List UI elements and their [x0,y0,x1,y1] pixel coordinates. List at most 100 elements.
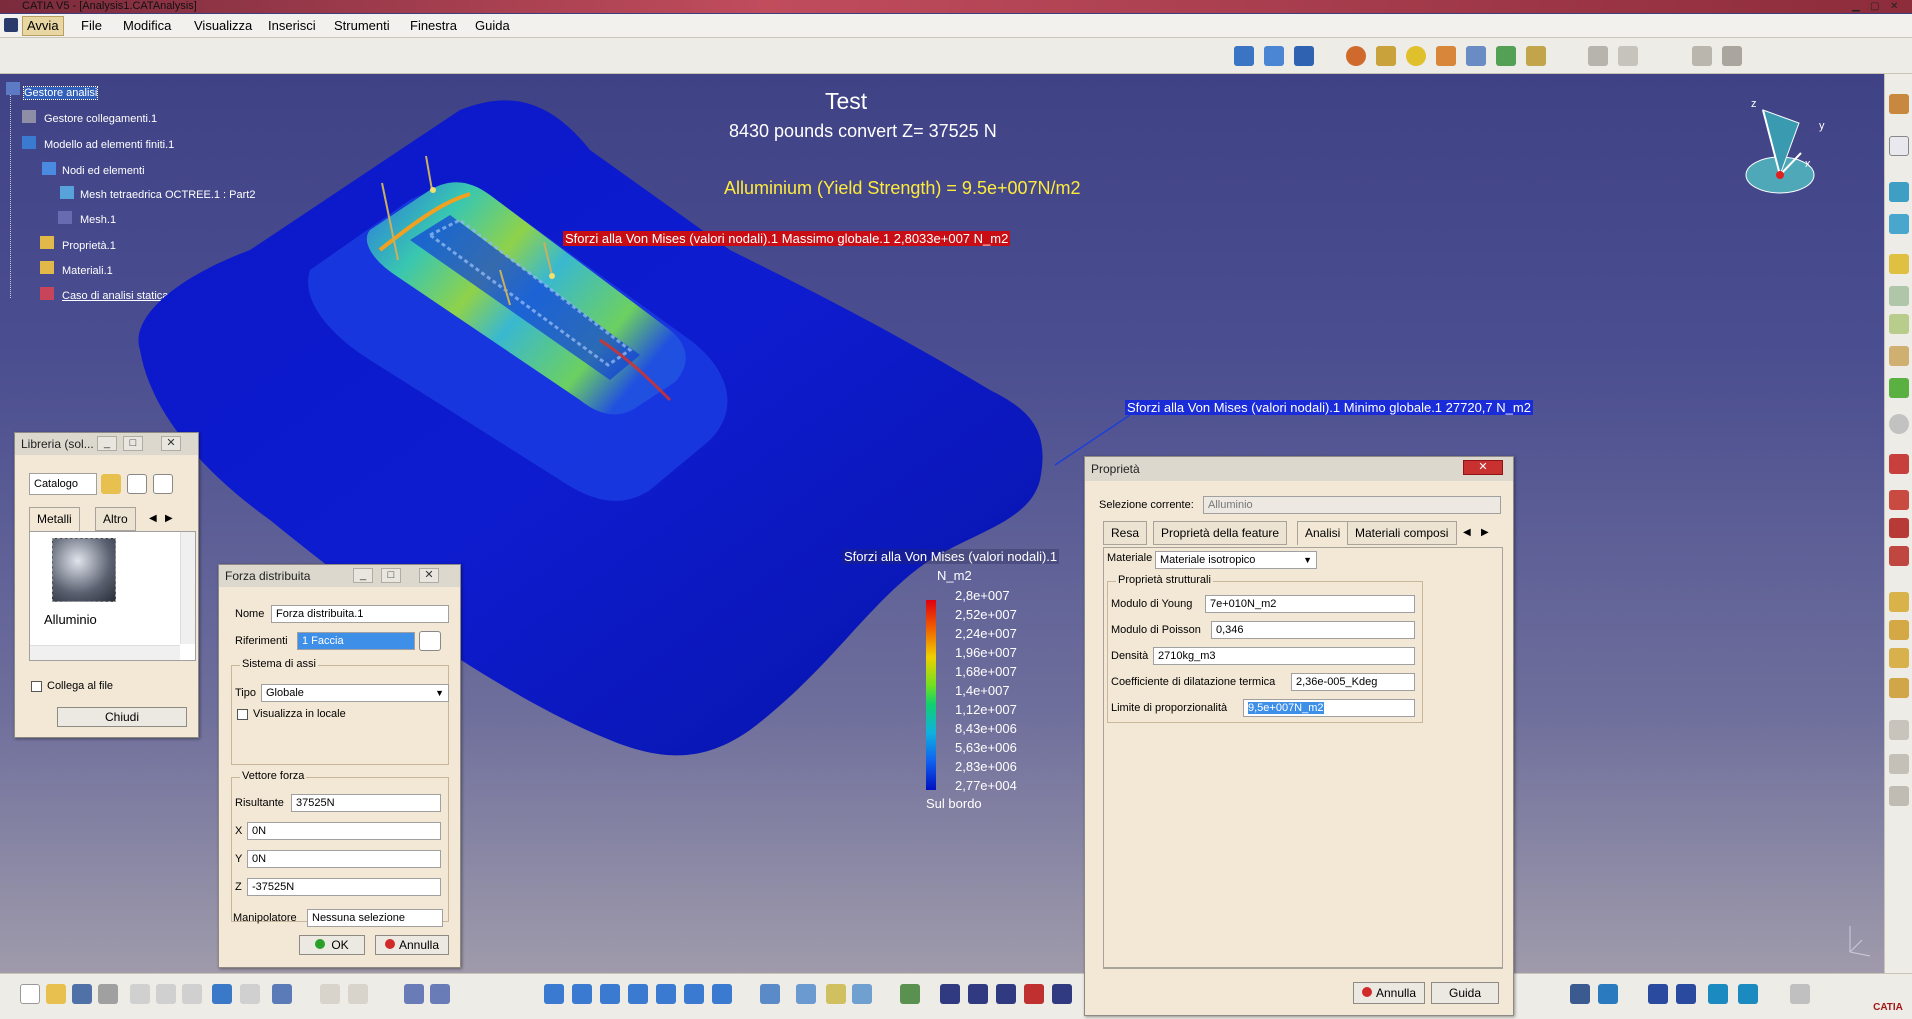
shading-icon[interactable] [1708,984,1728,1004]
maximize-button[interactable]: ▢ [1870,0,1879,13]
load-icon[interactable] [1889,648,1909,668]
menu-file[interactable]: File [81,18,102,33]
undo-icon[interactable] [212,984,232,1004]
property-icon[interactable] [1889,254,1909,274]
horizontal-scrollbar[interactable] [30,645,180,660]
close-library-button[interactable]: Chiudi [57,707,187,727]
x-field[interactable]: 0N [247,822,441,840]
y-field[interactable]: 0N [247,850,441,868]
tab-scroll-left-icon[interactable]: ◀ [1463,527,1471,538]
gear-icon[interactable] [1376,46,1396,66]
tab-altro[interactable]: Altro [95,507,136,531]
normal-view-icon[interactable] [712,984,732,1004]
close-button[interactable]: ✕ [161,436,181,451]
render-icon[interactable] [852,984,872,1004]
cube-icon[interactable] [968,984,988,1004]
menu-avvia[interactable]: Avvia [22,16,64,36]
spring-icon[interactable] [1722,46,1742,66]
clear-selection-icon[interactable] [419,631,441,651]
report-icon[interactable] [1618,46,1638,66]
rotate-icon[interactable] [628,984,648,1004]
analysis-icon[interactable] [900,984,920,1004]
menu-strumenti[interactable]: Strumenti [334,18,390,33]
proportional-limit-field[interactable]: 9,5e+007N_m2 [1243,699,1415,717]
formula-icon[interactable] [320,984,340,1004]
zoom-out-icon[interactable] [684,984,704,1004]
close-window-button[interactable]: ✕ [1890,0,1898,13]
bulb-icon[interactable] [1406,46,1426,66]
ok-button[interactable]: OK [299,935,365,955]
swap-icon[interactable] [826,984,846,1004]
poisson-ratio-field[interactable]: 0,346 [1211,621,1415,639]
help-pointer-icon[interactable] [272,984,292,1004]
shading-icon[interactable] [1570,984,1590,1004]
zoom-in-icon[interactable] [656,984,676,1004]
shading-icon[interactable] [1598,984,1618,1004]
load-icon[interactable] [1889,592,1909,612]
restraint-icon[interactable] [1889,454,1909,474]
tree-item-materiali[interactable]: Materiali.1 [62,265,113,277]
property-icon[interactable] [1889,286,1909,306]
menu-visualizza[interactable]: Visualizza [194,18,252,33]
material-type-dropdown[interactable]: Materiale isotropico ▼ [1155,551,1317,569]
pin-icon[interactable] [1264,46,1284,66]
select-arrow-icon[interactable] [1889,136,1909,156]
catalog-dropdown[interactable]: Catalogo [29,473,97,495]
restraint-icon[interactable] [1889,546,1909,566]
animate-icon[interactable] [1526,46,1546,66]
pan-icon[interactable] [600,984,620,1004]
density-field[interactable]: 2710kg_m3 [1153,647,1415,665]
cancel-button[interactable]: Annulla [1353,982,1425,1004]
tree-item-mesh[interactable]: Mesh.1 [80,214,116,226]
shading-icon[interactable] [1738,984,1758,1004]
list-view-icon[interactable] [153,474,173,494]
grid-icon[interactable] [1790,984,1810,1004]
new-file-icon[interactable] [20,984,40,1004]
tab-scroll-left-icon[interactable]: ◀ [149,513,157,524]
fit-all-icon[interactable] [572,984,592,1004]
property-icon[interactable] [1889,314,1909,334]
tab-feature-properties[interactable]: Proprietà della feature [1153,521,1288,545]
tools-icon[interactable] [430,984,450,1004]
comment-icon[interactable] [348,984,368,1004]
sensor-icon[interactable] [1889,720,1909,740]
z-field[interactable]: -37525N [247,878,441,896]
print-icon[interactable] [98,984,118,1004]
cut-icon[interactable] [130,984,150,1004]
restraint-icon[interactable] [1889,490,1909,510]
sensor-icon[interactable] [1889,786,1909,806]
open-folder-icon[interactable] [101,474,121,494]
mesh-tool-icon[interactable] [1889,214,1909,234]
boundary-icon[interactable] [1234,46,1254,66]
load-icon[interactable] [1889,678,1909,698]
cube-icon[interactable] [996,984,1016,1004]
tree-item-gestore-analisi[interactable]: Gestore analisi [22,86,99,100]
compass-icon[interactable]: z y x [1735,95,1830,205]
load-icon[interactable] [1889,620,1909,640]
color-palette-icon[interactable] [1496,46,1516,66]
vertical-scrollbar[interactable] [180,532,195,644]
menu-finestra[interactable]: Finestra [410,18,457,33]
gear-icon[interactable] [1889,94,1909,114]
restraint-icon[interactable] [1889,518,1909,538]
tab-scroll-right-icon[interactable]: ▶ [1481,527,1489,538]
fly-icon[interactable] [544,984,564,1004]
tab-composite-materials[interactable]: Materiali composi [1347,521,1457,545]
deformation-icon[interactable] [1436,46,1456,66]
axis-icon[interactable] [1294,46,1314,66]
maximize-button[interactable]: □ [381,568,401,583]
link-to-file-checkbox[interactable] [31,681,42,692]
close-button[interactable]: ✕ [1463,460,1503,475]
help-button[interactable]: Guida [1431,982,1499,1004]
min-stress-label[interactable]: Sforzi alla Von Mises (valori nodali).1 … [1125,400,1533,415]
tree-item-proprieta[interactable]: Proprietà.1 [62,240,116,252]
young-modulus-field[interactable]: 7e+010N_m2 [1205,595,1415,613]
material-label[interactable]: Alluminio [44,612,97,627]
menu-inserisci[interactable]: Inserisci [268,18,316,33]
shading-icon[interactable] [1676,984,1696,1004]
tab-metalli[interactable]: Metalli [29,507,80,531]
stress-icon[interactable] [1466,46,1486,66]
menu-modifica[interactable]: Modifica [123,18,171,33]
tab-resa[interactable]: Resa [1103,521,1148,545]
maximize-button[interactable]: □ [123,436,143,451]
